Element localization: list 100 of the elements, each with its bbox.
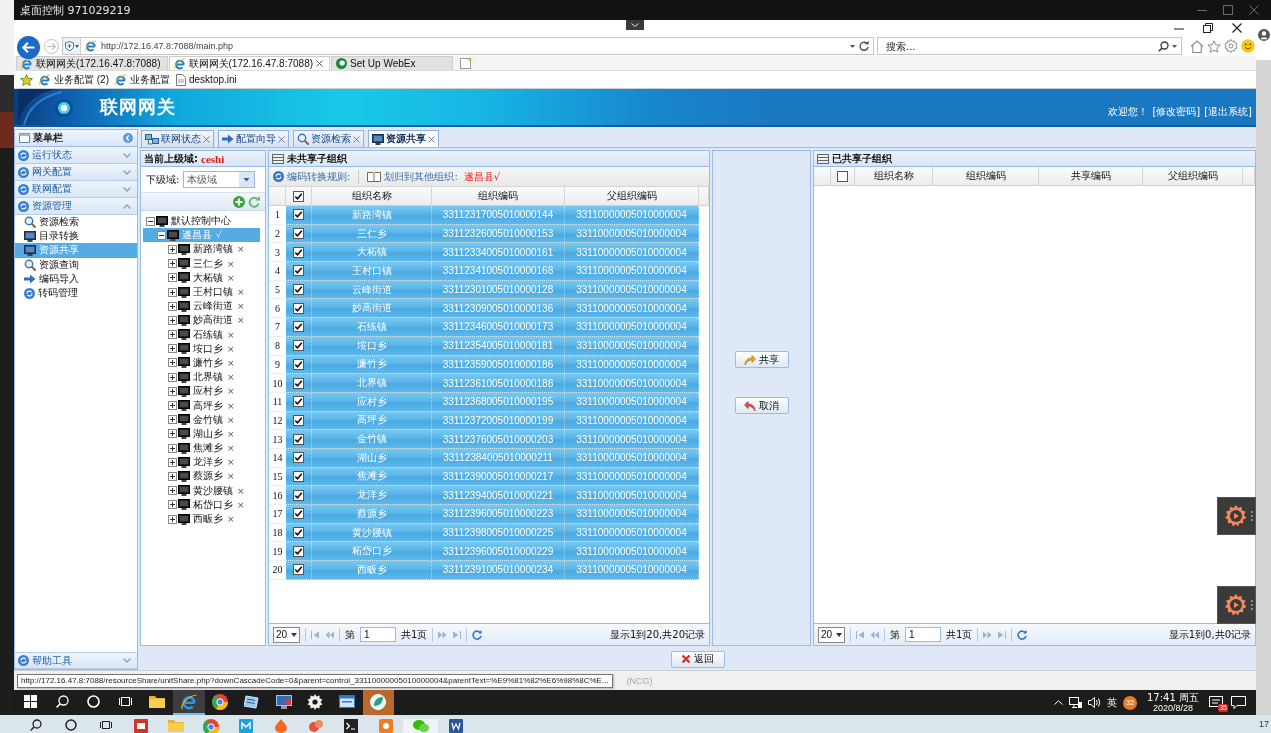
checkbox[interactable] (293, 284, 304, 296)
expand-icon[interactable] (168, 287, 177, 297)
expand-icon[interactable] (168, 514, 177, 524)
caret-icon[interactable] (850, 44, 855, 48)
menu-item[interactable]: 编码导入 (15, 271, 137, 286)
page-tab[interactable]: 资源检索 (293, 130, 364, 147)
expand-icon[interactable] (168, 401, 177, 411)
expand-icon[interactable] (168, 372, 177, 382)
accordion-header[interactable]: 帮助工具 (15, 652, 137, 669)
menu-item[interactable]: 资源检索 (15, 215, 137, 230)
toolbar-toggle-button[interactable] (626, 20, 644, 30)
checkbox[interactable] (293, 377, 304, 389)
expand-icon[interactable] (168, 344, 177, 354)
tree-node[interactable]: 柘岱口乡 × (143, 497, 260, 512)
menu-item[interactable]: 转码管理 (15, 285, 137, 301)
collapse-icon[interactable] (157, 230, 166, 240)
page-input[interactable]: 1 (360, 627, 396, 642)
restore-icon[interactable] (1203, 23, 1213, 33)
page-tab[interactable]: 配置向导 (218, 130, 289, 147)
favorite-link[interactable]: 业务配置 (2) (39, 72, 109, 87)
network-icon[interactable] (1069, 697, 1082, 708)
ring-icon[interactable] (64, 719, 77, 731)
page-size-select[interactable]: 20 (818, 626, 845, 643)
chevron-up-icon[interactable] (1054, 700, 1063, 705)
close-icon[interactable] (316, 60, 324, 67)
close-icon[interactable] (1232, 23, 1242, 33)
action-button[interactable]: 共享 (734, 351, 789, 368)
toolbar-button[interactable]: 编码转换规则: (273, 169, 351, 184)
checkbox[interactable] (293, 414, 304, 426)
plus-icon[interactable] (233, 195, 245, 208)
tree-node[interactable]: 龙洋乡 × (143, 455, 260, 470)
back-button[interactable] (17, 36, 40, 59)
expand-icon[interactable] (168, 315, 177, 325)
accordion-header[interactable]: 资源管理 (15, 198, 137, 215)
accordion-header[interactable]: 联网配置 (15, 181, 137, 198)
refresh-icon[interactable] (1017, 629, 1028, 640)
refresh-icon[interactable] (859, 41, 869, 51)
header-link[interactable]: [退出系统] (1204, 105, 1252, 119)
checkbox[interactable] (293, 190, 304, 202)
widget-button[interactable] (1217, 497, 1256, 535)
browser-tab[interactable]: 联网网关(172.16.47.8:7088) (168, 56, 331, 70)
checkbox[interactable] (837, 170, 848, 182)
tree-node[interactable]: 高坪乡 × (143, 398, 260, 413)
checkbox[interactable] (293, 508, 304, 520)
expand-icon[interactable] (168, 500, 177, 510)
speaker-icon[interactable] (1088, 697, 1101, 708)
menu-item[interactable]: 目录转换 (15, 229, 137, 244)
checkbox[interactable] (293, 265, 304, 277)
expand-icon[interactable] (168, 471, 177, 481)
expand-icon[interactable] (168, 415, 177, 425)
checkbox[interactable] (293, 433, 304, 445)
tree-node[interactable]: 西畈乡 × (143, 511, 260, 527)
expand-icon[interactable] (168, 457, 177, 467)
expand-icon[interactable] (168, 273, 177, 283)
tree-node[interactable]: 湖山乡 × (143, 426, 260, 441)
security-button[interactable] (63, 38, 81, 54)
tree-node[interactable]: 黄沙腰镇 × (143, 483, 260, 498)
caret-icon[interactable] (1172, 45, 1177, 48)
checkbox[interactable] (293, 209, 304, 221)
search-icon[interactable] (29, 719, 42, 731)
page-size-select[interactable]: 20 (273, 626, 300, 643)
checkbox[interactable] (293, 452, 304, 464)
checkbox[interactable] (293, 340, 304, 352)
expand-icon[interactable] (168, 330, 177, 340)
tree-node[interactable]: 金竹镇 × (143, 412, 260, 427)
collapse-icon[interactable] (146, 216, 155, 226)
checkbox[interactable] (293, 470, 304, 482)
tree-node[interactable]: 濂竹乡 × (143, 355, 260, 371)
tree-node[interactable]: 北界镇 × (143, 370, 260, 385)
tree-node[interactable]: 焦滩乡 × (143, 441, 260, 456)
tree-node[interactable]: 蔡源乡 × (143, 469, 260, 484)
tree-node[interactable]: 大柘镇 × (143, 270, 260, 285)
refresh-icon[interactable] (472, 629, 483, 640)
domain-select[interactable]: 本级域 (183, 171, 256, 188)
checkbox[interactable] (293, 489, 304, 501)
taskbar-app[interactable] (172, 690, 205, 715)
expand-icon[interactable] (168, 486, 177, 496)
checkbox[interactable] (293, 564, 304, 576)
star-icon[interactable] (20, 73, 33, 86)
checkbox[interactable] (293, 527, 304, 539)
tree-node[interactable]: 应村乡 × (143, 384, 260, 399)
search-icon[interactable] (1158, 41, 1169, 52)
address-field[interactable]: http://172.16.47.8:7088/main.php (62, 37, 874, 55)
search-field[interactable]: 搜索... (877, 37, 1182, 55)
menu-item[interactable]: 资源查询 (15, 257, 137, 272)
taskbar-app[interactable] (362, 690, 395, 715)
expand-icon[interactable] (168, 386, 177, 396)
checkbox[interactable] (293, 228, 304, 240)
toolbar-button[interactable]: 划归到其他组织: (367, 169, 458, 184)
expand-icon[interactable] (168, 244, 177, 254)
checkbox[interactable] (293, 246, 304, 258)
expand-icon[interactable] (168, 443, 177, 453)
expand-icon[interactable] (168, 259, 177, 269)
checkbox[interactable] (293, 321, 304, 333)
star-icon[interactable] (1207, 39, 1221, 53)
task-view-icon[interactable] (99, 719, 112, 731)
tree-node[interactable]: 垵口乡 × (143, 341, 260, 356)
smiley-icon[interactable] (1241, 39, 1255, 53)
new-tab-icon[interactable] (460, 57, 474, 69)
widget-button[interactable] (1217, 586, 1256, 624)
